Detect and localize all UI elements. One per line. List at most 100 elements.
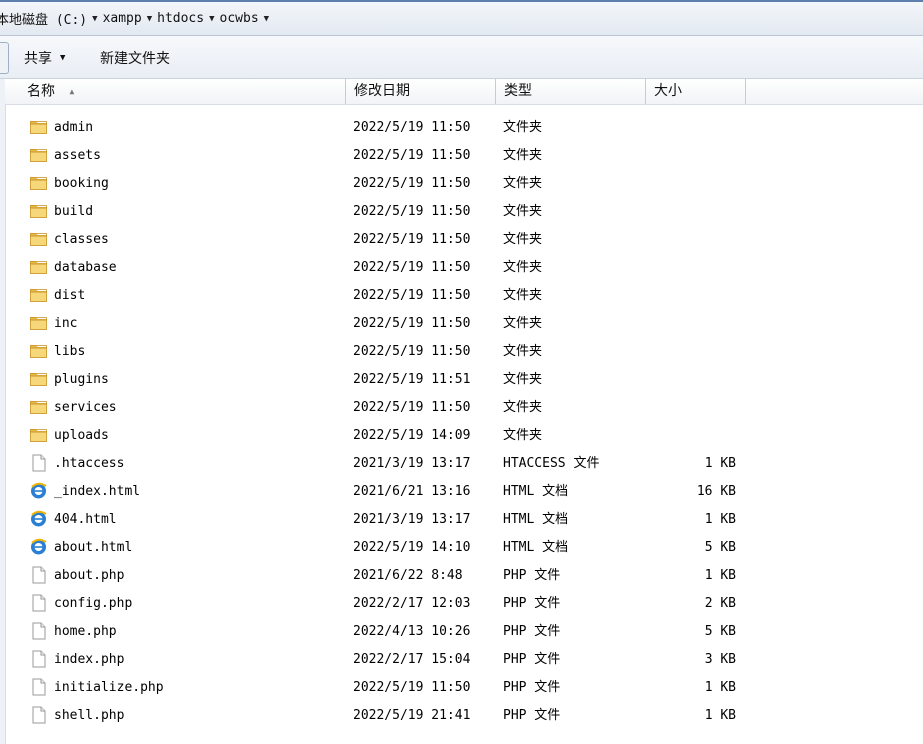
file-date: 2022/2/17 12:03 [353,596,471,611]
file-date: 2022/2/17 15:04 [353,652,471,667]
file-date: 2021/3/19 13:17 [353,456,471,471]
file-row[interactable]: index.php 2022/2/17 15:04 PHP 文件 3 KB [0,646,923,674]
breadcrumb-htdocs[interactable]: htdocs ▼ [157,11,219,26]
file-row[interactable]: uploads 2022/5/19 14:09 文件夹 [0,422,923,450]
file-icon [29,706,48,724]
organize-button-edge[interactable] [0,42,9,74]
file-row[interactable]: initialize.php 2022/5/19 11:50 PHP 文件 1 KB [0,674,923,702]
file-row[interactable]: about.php 2021/6/22 8:48 PHP 文件 1 KB [0,562,923,590]
file-date: 2022/5/19 11:50 [353,288,471,303]
file-name: services [54,400,117,415]
chevron-down-icon[interactable]: ▼ [209,14,214,24]
file-row[interactable]: shell.php 2022/5/19 21:41 PHP 文件 1 KB [0,702,923,730]
chevron-down-icon[interactable]: ▼ [264,14,269,24]
file-date: 2022/5/19 11:50 [353,260,471,275]
file-row[interactable]: assets 2022/5/19 11:50 文件夹 [0,142,923,170]
file-size: 1 KB [704,456,736,471]
file-icon [29,454,48,472]
file-date: 2022/5/19 11:50 [353,400,471,415]
sort-ascending-icon: ▲ [69,87,75,96]
file-row[interactable]: admin 2022/5/19 11:50 文件夹 [0,114,923,142]
file-name: libs [54,344,86,359]
column-size-label: 大小 [654,83,682,99]
file-date: 2022/5/19 11:50 [353,316,471,331]
file-size: 1 KB [704,512,736,527]
file-type: 文件夹 [503,176,543,191]
breadcrumb-label: ocwbs [219,11,259,26]
file-row[interactable]: database 2022/5/19 11:50 文件夹 [0,254,923,282]
file-type: 文件夹 [503,260,543,275]
file-row[interactable]: plugins 2022/5/19 11:51 文件夹 [0,366,923,394]
file-row[interactable]: libs 2022/5/19 11:50 文件夹 [0,338,923,366]
file-type: HTML 文档 [503,484,569,499]
column-type-label: 类型 [504,83,532,99]
file-type: 文件夹 [503,316,543,331]
file-row[interactable]: _index.html 2021/6/21 13:16 HTML 文档 16 KB [0,478,923,506]
chevron-down-icon[interactable]: ▼ [92,14,97,24]
file-row[interactable]: about.html 2022/5/19 14:10 HTML 文档 5 KB [0,534,923,562]
address-bar[interactable]: 本地磁盘 (C:) ▼ xampp ▼ htdocs ▼ ocwbs ▼ [0,2,923,36]
file-date: 2022/5/19 11:50 [353,680,471,695]
file-name: uploads [54,428,109,443]
column-name-label: 名称 [27,83,55,100]
file-type: 文件夹 [503,288,543,303]
new-folder-button[interactable]: 新建文件夹 [100,48,170,68]
file-date: 2022/5/19 11:51 [353,372,471,387]
file-row[interactable]: config.php 2022/2/17 12:03 PHP 文件 2 KB [0,590,923,618]
share-label: 共享 [24,51,52,67]
file-name: build [54,204,94,219]
file-date: 2021/3/19 13:17 [353,512,471,527]
file-row[interactable]: home.php 2022/4/13 10:26 PHP 文件 5 KB [0,618,923,646]
file-type: 文件夹 [503,232,543,247]
file-name: config.php [54,596,133,611]
file-name: booking [54,176,109,191]
file-row[interactable]: classes 2022/5/19 11:50 文件夹 [0,226,923,254]
file-size: 5 KB [704,624,736,639]
file-icon [29,622,48,640]
column-header-size[interactable]: 大小 [646,79,746,104]
folder-icon [29,426,48,444]
chevron-down-icon: ▼ [60,53,66,63]
file-row[interactable]: dist 2022/5/19 11:50 文件夹 [0,282,923,310]
file-row[interactable]: build 2022/5/19 11:50 文件夹 [0,198,923,226]
breadcrumb-ocwbs[interactable]: ocwbs ▼ [220,11,275,26]
breadcrumb-label: htdocs [157,11,205,26]
file-row[interactable]: inc 2022/5/19 11:50 文件夹 [0,310,923,338]
file-date: 2022/5/19 11:50 [353,232,471,247]
file-size: 16 KB [696,484,736,499]
file-type: PHP 文件 [503,624,561,639]
folder-icon [29,202,48,220]
folder-icon [29,258,48,276]
file-row[interactable]: 404.html 2021/3/19 13:17 HTML 文档 1 KB [0,506,923,534]
file-name: index.php [54,652,125,667]
chevron-down-icon[interactable]: ▼ [147,14,152,24]
file-row[interactable]: services 2022/5/19 11:50 文件夹 [0,394,923,422]
file-row[interactable]: booking 2022/5/19 11:50 文件夹 [0,170,923,198]
file-type: PHP 文件 [503,568,561,583]
file-type: HTML 文档 [503,540,569,555]
folder-icon [29,118,48,136]
breadcrumb-drive[interactable]: 本地磁盘 (C:) ▼ [0,9,103,28]
file-size: 1 KB [704,680,736,695]
folder-icon [29,398,48,416]
file-name: home.php [54,624,117,639]
file-type: 文件夹 [503,372,543,387]
file-type: 文件夹 [503,344,543,359]
html-icon [29,510,48,528]
file-name: initialize.php [54,680,164,695]
folder-icon [29,314,48,332]
column-header-name[interactable]: 名称 ▲ [19,79,346,104]
share-button[interactable]: 共享 ▼ [24,48,65,68]
column-header-type[interactable]: 类型 [496,79,646,104]
file-size: 2 KB [704,596,736,611]
file-date: 2022/5/19 11:50 [353,344,471,359]
file-name: .htaccess [54,456,125,471]
folder-icon [29,286,48,304]
breadcrumb-xampp[interactable]: xampp ▼ [103,11,158,26]
file-row[interactable]: .htaccess 2021/3/19 13:17 HTACCESS 文件 1 KB [0,450,923,478]
file-date: 2022/5/19 14:09 [353,428,471,443]
file-type: 文件夹 [503,428,543,443]
column-header-date[interactable]: 修改日期 [346,79,496,104]
file-type: PHP 文件 [503,652,561,667]
file-date: 2022/4/13 10:26 [353,624,471,639]
